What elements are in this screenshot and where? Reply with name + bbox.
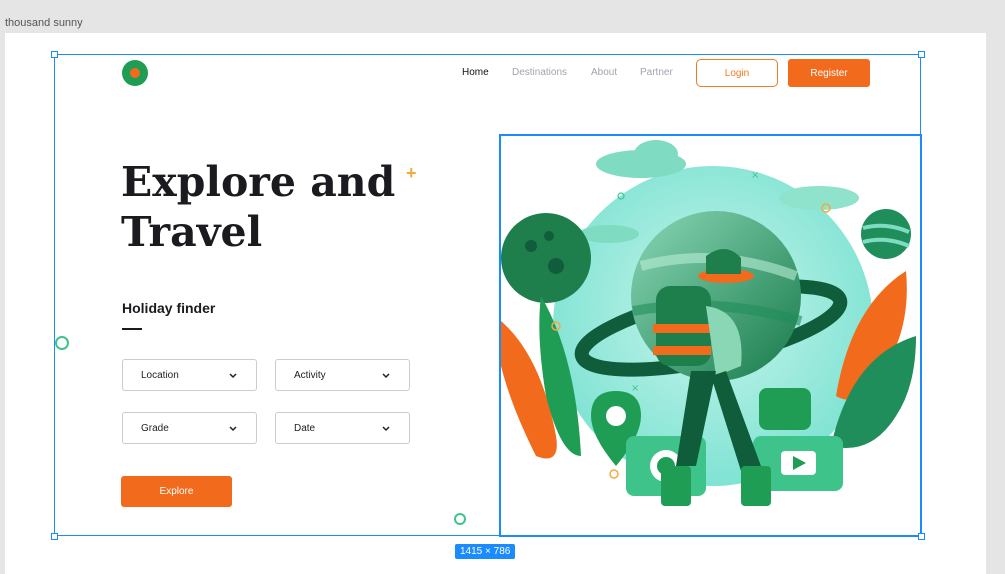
register-button[interactable]: Register: [788, 59, 870, 87]
nav-partner[interactable]: Partner: [640, 67, 673, 78]
illustration-graphic: × ×: [501, 140, 916, 506]
frame-label[interactable]: thousand sunny: [5, 17, 83, 29]
plus-icon: +: [406, 163, 417, 183]
svg-text:×: ×: [631, 383, 639, 394]
resize-handle-bottom-left[interactable]: [51, 533, 58, 540]
activity-select-label: Activity: [294, 369, 326, 381]
hero-title-line-1: Explore and: [121, 158, 396, 206]
hiker-illustration[interactable]: × ×: [499, 134, 922, 537]
dimensions-badge: 1415 × 786: [455, 544, 516, 559]
svg-text:×: ×: [751, 170, 759, 181]
date-select-label: Date: [294, 422, 316, 434]
logo-icon[interactable]: [122, 60, 148, 86]
resize-handle-top-left[interactable]: [51, 51, 58, 58]
chevron-down-icon: [382, 426, 390, 432]
resize-handle-top-right[interactable]: [918, 51, 925, 58]
grade-select[interactable]: Grade: [122, 412, 257, 444]
activity-select[interactable]: Activity: [275, 359, 410, 391]
chevron-down-icon: [229, 373, 237, 379]
date-select[interactable]: Date: [275, 412, 410, 444]
ring-decoration: [55, 336, 69, 350]
hero-title: Explore and Travel: [121, 157, 441, 257]
hero-title-line-2: Travel: [121, 208, 263, 256]
explore-button[interactable]: Explore: [121, 476, 232, 507]
finder-divider: [122, 328, 142, 330]
grade-select-label: Grade: [141, 422, 169, 434]
finder-title: Holiday finder: [122, 300, 216, 316]
chevron-down-icon: [229, 426, 237, 432]
location-select-label: Location: [141, 369, 179, 381]
nav-home[interactable]: Home: [462, 67, 489, 78]
chevron-down-icon: [382, 373, 390, 379]
nav-about[interactable]: About: [591, 67, 617, 78]
nav-destinations[interactable]: Destinations: [512, 67, 567, 78]
login-button[interactable]: Login: [696, 59, 778, 87]
location-select[interactable]: Location: [122, 359, 257, 391]
resize-handle-bottom-right[interactable]: [918, 533, 925, 540]
ring-decoration: [454, 513, 466, 525]
